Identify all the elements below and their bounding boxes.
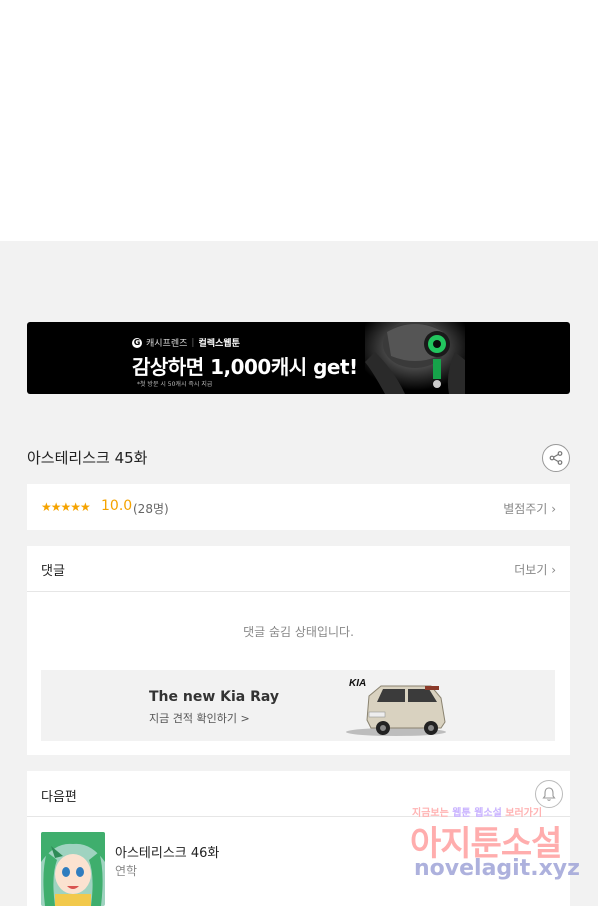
rating-card: ★★★★★ 10.0 (28명) 별점주기 › <box>27 484 570 530</box>
episode-title: 아스테리스크 45화 <box>27 449 148 467</box>
rating-score: 10.0 <box>101 498 133 514</box>
svg-text:KIA: KIA <box>349 678 366 689</box>
rate-button[interactable]: 별점주기 › <box>503 500 556 517</box>
next-episode-status: 연학 <box>115 864 138 878</box>
top-blank-area <box>0 0 598 241</box>
comments-label: 댓글 <box>41 564 65 579</box>
next-episode-header: 다음편 <box>27 771 570 817</box>
comments-more-label: 더보기 <box>514 563 548 577</box>
banner-headline: 감상하면 1,000캐시 get! <box>132 355 358 379</box>
ad-subtitle: 지금 견적 확인하기 > <box>149 712 250 725</box>
comments-card: 댓글 더보기 › 댓글 숨김 상태입니다. The new Kia Ray 지금… <box>27 546 570 755</box>
comments-hidden-message: 댓글 숨김 상태입니다. <box>243 625 354 639</box>
banner-brand-separator: | <box>191 337 195 348</box>
cashfriends-logo-icon: G <box>132 337 142 348</box>
comments-header: 댓글 더보기 › <box>27 546 570 592</box>
banner-brand-left: 캐시프렌즈 <box>146 339 188 349</box>
next-episode-title: 아스테리스크 46화 <box>115 846 220 861</box>
next-episode-item[interactable]: 아스테리스크 46화 연학 <box>41 832 556 906</box>
promo-banner[interactable]: G 캐시프렌즈 | 컬렉스웹툰 감상하면 1,000캐시 get! *첫 방문 … <box>27 322 570 394</box>
kia-ray-car-icon: KIA <box>346 678 446 736</box>
notification-button[interactable] <box>535 780 563 808</box>
banner-brand-right: 컬렉스웹툰 <box>198 339 240 349</box>
comments-more-button[interactable]: 더보기 › <box>514 561 556 578</box>
episode-thumbnail-image-icon <box>41 832 105 906</box>
rate-button-label: 별점주기 <box>503 502 548 516</box>
next-episode-thumbnail <box>41 832 105 906</box>
share-button[interactable] <box>542 444 570 472</box>
banner-fine-print: *첫 방문 시 50캐시 즉시 지급 <box>137 381 213 388</box>
banner-brand-row: G 캐시프렌즈 | 컬렉스웹툰 <box>132 336 240 349</box>
rating-count: (28명) <box>133 502 169 516</box>
share-icon <box>549 451 563 465</box>
banner-robot-art-icon <box>365 322 465 394</box>
kia-ad-banner[interactable]: The new Kia Ray 지금 견적 확인하기 > KIA <box>41 670 555 741</box>
chevron-right-icon: › <box>551 563 556 577</box>
ad-title: The new Kia Ray <box>149 689 280 705</box>
bell-icon <box>542 787 556 801</box>
rating-stars-icon: ★★★★★ <box>41 500 91 514</box>
chevron-right-icon: › <box>551 502 556 516</box>
next-episode-card: 다음편 아스테리스크 46화 연학 <box>27 771 570 906</box>
next-episode-label: 다음편 <box>41 790 77 805</box>
